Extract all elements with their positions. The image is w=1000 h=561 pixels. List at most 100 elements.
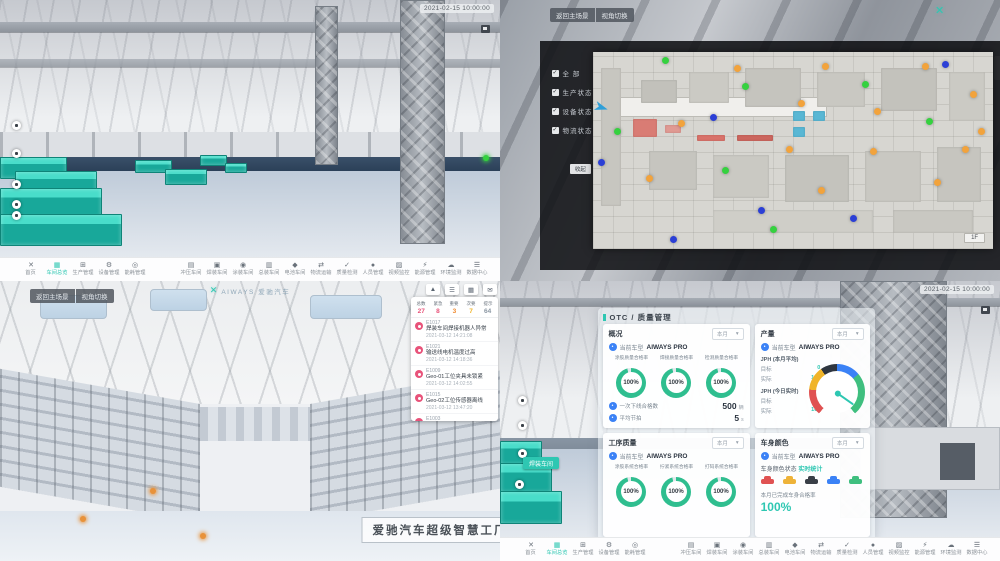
map-status-dot[interactable]	[822, 63, 829, 70]
map-status-dot[interactable]	[970, 91, 977, 98]
period-select[interactable]: 本月▾	[832, 437, 864, 449]
map-status-dot[interactable]	[722, 167, 729, 174]
status-green-marker[interactable]	[483, 155, 489, 161]
toolbar-item[interactable]: ⚙ 设备管理	[96, 262, 122, 277]
toolbar-item[interactable]: ▨ 视频监控	[886, 542, 912, 557]
toolbar-item[interactable]: ● 人员管理	[360, 262, 386, 277]
map-status-dot[interactable]	[598, 159, 605, 166]
legend-item[interactable]: ✓ 设备状态	[552, 106, 593, 116]
legend-item[interactable]: ✓ 物流状态	[552, 125, 593, 135]
alarm-stat-tab[interactable]: 紧急 8	[430, 300, 447, 315]
alarm-stat-tab[interactable]: 总数 27	[413, 300, 430, 315]
map-status-dot[interactable]	[758, 207, 765, 214]
floor-label[interactable]: 1F	[964, 233, 985, 243]
alarm-stat-tab[interactable]: 重要 3	[446, 300, 463, 315]
toolbar-item[interactable]: ▤ 冲压车间	[178, 262, 204, 277]
toolbar-item[interactable]: ▣ 焊装车间	[204, 262, 230, 277]
map-status-dot[interactable]	[786, 146, 793, 153]
toolbar-item[interactable]: ◆ 电池车间	[282, 262, 308, 277]
toolbar-item[interactable]: ⚙ 设备管理	[596, 542, 622, 557]
toolbar-item[interactable]: ▥ 总装车间	[256, 262, 282, 277]
period-select[interactable]: 本月▾	[832, 328, 864, 340]
panel-tool-button[interactable]: ▲	[426, 284, 440, 295]
toolbar-item[interactable]: ✓ 质量检测	[334, 262, 360, 277]
toolbar-item[interactable]: ▥ 总装车间	[756, 542, 782, 557]
map-status-dot[interactable]	[962, 146, 969, 153]
toolbar-item[interactable]: ▨ 视频监控	[386, 262, 412, 277]
back-to-scene-button[interactable]: 返回主场景	[30, 289, 75, 303]
alarm-stat-tab[interactable]: 提示 64	[479, 300, 496, 315]
scene-marker-badge[interactable]	[518, 396, 527, 405]
period-select[interactable]: 本月▾	[712, 437, 744, 449]
map-status-dot[interactable]	[742, 83, 749, 90]
legend-item[interactable]: ✓ 生产状态	[552, 87, 593, 97]
toolbar-item[interactable]: ⇄ 物流运输	[808, 542, 834, 557]
scene-marker-badge[interactable]	[12, 200, 21, 209]
toolbar-item[interactable]: ◎ 能耗管理	[622, 542, 648, 557]
toolbar-item[interactable]: ☁ 环境监测	[938, 542, 964, 557]
toolbar-item[interactable]: ✕ 首页	[518, 542, 544, 557]
toolbar-item[interactable]: ◎ 能耗管理	[122, 262, 148, 277]
map-status-dot[interactable]	[734, 65, 741, 72]
map-status-dot[interactable]	[978, 128, 985, 135]
view-switch-button[interactable]: 视角切换	[76, 289, 114, 303]
map-status-dot[interactable]	[798, 100, 805, 107]
map-status-dot[interactable]	[662, 57, 669, 64]
view-switch-button[interactable]: 视角切换	[596, 8, 634, 22]
alarm-list[interactable]: E1017 焊装车间焊接机器人异常 2021-03-12 14:21:08 E1…	[411, 318, 498, 421]
map-status-dot[interactable]	[922, 63, 929, 70]
toolbar-item[interactable]: ▣ 焊装车间	[704, 542, 730, 557]
map-status-dot[interactable]	[614, 128, 621, 135]
alarm-item[interactable]: E1009 Geo-01工位夹具未锁紧 2021-03-12 14:02:55	[411, 366, 498, 390]
toolbar-item[interactable]: ⊞ 生产管理	[570, 542, 596, 557]
legend-collapse-button[interactable]: 收起	[570, 164, 591, 174]
toolbar-item[interactable]: ☁ 环境监测	[438, 262, 464, 277]
panel-tool-button[interactable]: ☰	[445, 284, 459, 295]
scene-marker-badge[interactable]	[12, 180, 21, 189]
alarm-item[interactable]: E1017 焊装车间焊接机器人异常 2021-03-12 14:21:08	[411, 318, 498, 342]
alarm-item[interactable]: E1003 涂胶系统压力偏低 2021-03-12 13:30:41	[411, 414, 498, 421]
toolbar-item[interactable]: ☰ 数据中心	[464, 262, 490, 277]
scene-marker-badge[interactable]	[518, 421, 527, 430]
map-status-dot[interactable]	[710, 114, 717, 121]
map-status-dot[interactable]	[670, 236, 677, 243]
station-button[interactable]: 焊装车间	[523, 457, 559, 469]
toolbar-item[interactable]: ✕ 首页	[18, 262, 44, 277]
panel-tool-button[interactable]: ✉	[483, 284, 497, 295]
map-status-dot[interactable]	[770, 226, 777, 233]
map-status-dot[interactable]	[862, 81, 869, 88]
factory-floor-map[interactable]: 1F	[593, 52, 993, 249]
toolbar-item[interactable]: ◆ 电池车间	[782, 542, 808, 557]
map-status-dot[interactable]	[934, 179, 941, 186]
toolbar-item[interactable]: ⚡ 能源管理	[912, 542, 938, 557]
toolbar-item[interactable]: ▤ 冲压车间	[678, 542, 704, 557]
back-to-scene-button[interactable]: 返回主场景	[550, 8, 595, 22]
toolbar-item[interactable]: ⚡ 能源管理	[412, 262, 438, 277]
toolbar-item[interactable]: ◉ 涂装车间	[730, 542, 756, 557]
map-status-dot[interactable]	[942, 61, 949, 68]
map-status-dot[interactable]	[870, 148, 877, 155]
period-select[interactable]: 本月▾	[712, 328, 744, 340]
scene-marker-badge[interactable]	[515, 480, 524, 489]
legend-item[interactable]: ✓ 全 部	[552, 68, 593, 78]
camera-button[interactable]	[481, 25, 490, 33]
map-status-dot[interactable]	[850, 215, 857, 222]
panel-tool-button[interactable]: ▦	[464, 284, 478, 295]
toolbar-item[interactable]: ⊞ 生产管理	[70, 262, 96, 277]
scene-marker-badge[interactable]	[12, 121, 21, 130]
scene-marker-badge[interactable]	[12, 211, 21, 220]
alarm-item[interactable]: E1015 Geo-02工位传感器离线 2021-03-12 13:47:20	[411, 390, 498, 414]
toolbar-item[interactable]: ⇄ 物流运输	[308, 262, 334, 277]
toolbar-item[interactable]: ☰ 数据中心	[964, 542, 990, 557]
map-status-dot[interactable]	[678, 120, 685, 127]
scene-marker-badge[interactable]	[12, 149, 21, 158]
map-status-dot[interactable]	[926, 118, 933, 125]
toolbar-item[interactable]: ◉ 涂装车间	[230, 262, 256, 277]
map-status-dot[interactable]	[646, 175, 653, 182]
alarm-item[interactable]: E1021 输送线电机温度过高 2021-03-12 14:18:36	[411, 342, 498, 366]
alarm-stat-tab[interactable]: 次要 7	[463, 300, 480, 315]
toolbar-item[interactable]: ▦ 车间总览	[44, 262, 70, 277]
toolbar-item[interactable]: ▦ 车间总览	[544, 542, 570, 557]
toolbar-item[interactable]: ● 人员管理	[860, 542, 886, 557]
camera-button[interactable]	[981, 306, 990, 314]
